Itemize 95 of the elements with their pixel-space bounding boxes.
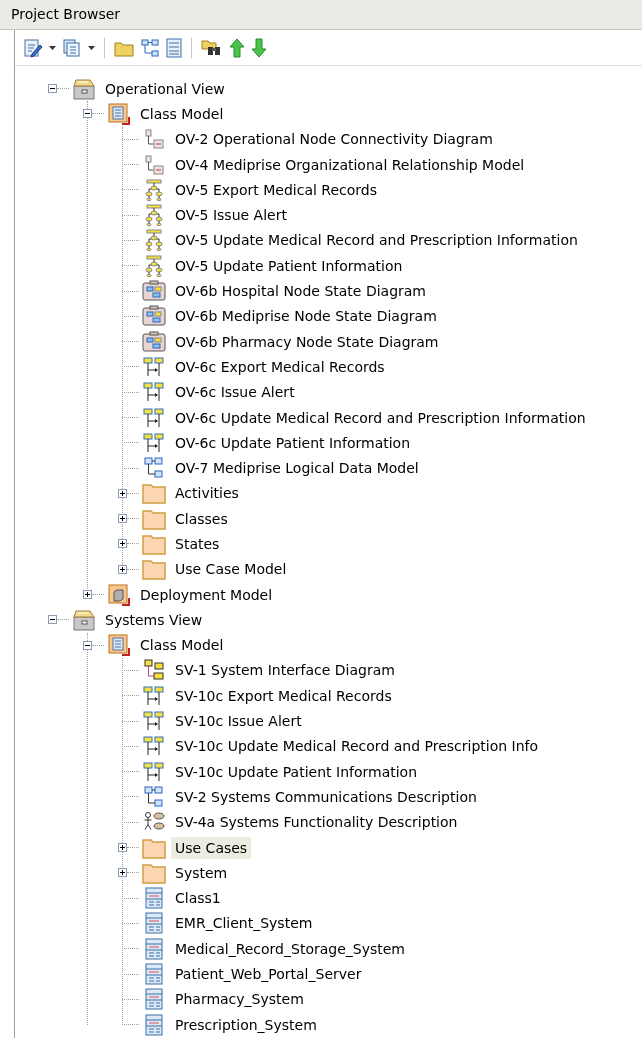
tree-item[interactable]: OV-6c Update Medical Record and Prescription Information [171, 406, 590, 429]
activity-diagram-icon [144, 204, 164, 227]
folder-icon [142, 507, 166, 530]
expand-toggle[interactable] [118, 564, 127, 574]
tree-item[interactable]: Operational View [101, 77, 229, 100]
cabinet-icon [71, 608, 97, 631]
tree-item[interactable]: OV-5 Update Patient Information [171, 254, 407, 277]
tree-item[interactable]: Deployment Model [136, 583, 277, 606]
collapse-toggle[interactable] [83, 640, 92, 650]
expand-toggle[interactable] [118, 539, 127, 549]
sequence-diagram-icon [143, 736, 165, 757]
folder-icon [142, 861, 166, 884]
binoculars-icon[interactable] [201, 37, 223, 58]
tree-item[interactable]: OV-6c Update Patient Information [171, 431, 415, 454]
tree-item[interactable]: OV-6c Export Medical Records [171, 355, 389, 378]
tree-item[interactable]: EMR_Client_System [171, 912, 317, 935]
tree-item[interactable]: OV-6c Issue Alert [171, 381, 299, 404]
hierarchy-icon[interactable] [140, 37, 160, 58]
tree-item[interactable]: OV-4 Mediprise Organizational Relationship Model [171, 153, 529, 176]
dropdown-caret-icon[interactable] [88, 45, 95, 50]
tree-item[interactable]: Class Model [136, 634, 228, 657]
tree-item[interactable]: OV-5 Update Medical Record and Prescription Information [171, 229, 582, 252]
expand-toggle[interactable] [118, 514, 127, 524]
folder-icon [142, 533, 166, 555]
folder-icon [142, 482, 166, 505]
tree-item[interactable]: System [171, 861, 232, 884]
tree-item[interactable]: Class Model [136, 102, 228, 125]
expand-toggle[interactable] [83, 590, 92, 600]
tree-item[interactable]: States [171, 533, 224, 555]
sequence-diagram-icon [143, 407, 165, 428]
tree-item[interactable]: Pharmacy_System [171, 988, 308, 1011]
tree-item[interactable]: OV-7 Mediprise Logical Data Model [171, 457, 423, 480]
up-arrow-icon[interactable] [229, 37, 245, 58]
tree-item[interactable]: SV-1 System Interface Diagram [171, 659, 399, 682]
tree-item[interactable]: SV-10c Issue Alert [171, 710, 306, 733]
tree-item[interactable]: OV-5 Export Medical Records [171, 178, 381, 201]
class-icon [145, 988, 163, 1011]
collapse-toggle[interactable] [48, 615, 57, 625]
tree-item[interactable]: OV-5 Issue Alert [171, 204, 291, 227]
expand-toggle[interactable] [118, 488, 127, 498]
sequence-diagram-icon [143, 685, 165, 706]
window-title: Project Browser [11, 5, 121, 24]
folder-icon [142, 836, 166, 859]
activity-diagram-icon [144, 178, 164, 201]
tree-item[interactable]: Activities [171, 482, 243, 505]
expand-toggle[interactable] [118, 868, 127, 878]
sequence-diagram-icon [143, 432, 165, 453]
tree-item[interactable]: OV-2 Operational Node Connectivity Diagram [171, 128, 497, 151]
tree-item[interactable]: Class1 [171, 887, 225, 910]
class-icon [145, 937, 163, 960]
tree-item[interactable]: Use Case Model [171, 558, 291, 581]
sequence-diagram-icon [143, 382, 165, 403]
sequence-diagram-icon [143, 761, 165, 782]
tree-item[interactable]: Medical_Record_Storage_System [171, 937, 409, 960]
sequence-diagram-icon [143, 356, 165, 377]
class-icon [145, 963, 163, 986]
tree-item[interactable]: Use Cases [171, 836, 252, 859]
tree-item[interactable]: SV-2 Systems Communications Description [171, 785, 481, 808]
package-icon [108, 634, 130, 657]
activity-diagram-icon [144, 229, 164, 252]
state-diagram-icon [142, 330, 166, 353]
node-diagram-icon [144, 129, 164, 150]
tree-item[interactable]: Patient_Web_Portal_Server [171, 963, 366, 986]
state-diagram-icon [142, 305, 166, 328]
package-icon [108, 102, 130, 125]
tree-item[interactable]: OV-6b Pharmacy Node State Diagram [171, 330, 443, 353]
class-icon [145, 887, 163, 910]
expand-toggle[interactable] [118, 843, 127, 853]
tree-item[interactable]: OV-6b Hospital Node State Diagram [171, 280, 430, 302]
node-diagram-icon [144, 154, 164, 175]
cabinet-icon [71, 77, 97, 100]
sequence-diagram-icon [143, 711, 165, 732]
tree-item[interactable]: Systems View [101, 608, 207, 631]
state-diagram-icon [142, 280, 166, 302]
class-diagram-icon [143, 457, 165, 480]
tree-item[interactable]: SV-10c Export Medical Records [171, 684, 396, 707]
stacked-documents-icon[interactable] [62, 37, 82, 58]
tree-item[interactable]: SV-10c Update Medical Record and Prescription Info [171, 735, 543, 758]
class-diagram-icon [143, 785, 165, 808]
collapse-toggle[interactable] [83, 109, 92, 119]
interface-diagram-icon [143, 659, 165, 682]
collapse-toggle[interactable] [48, 84, 57, 94]
package-icon [108, 583, 130, 606]
tree-item[interactable]: Prescription_System [171, 1013, 321, 1036]
class-icon [145, 912, 163, 935]
tree-item[interactable]: Classes [171, 507, 232, 530]
dropdown-caret-icon[interactable] [49, 45, 56, 50]
new-document-icon[interactable] [23, 37, 43, 58]
down-arrow-icon[interactable] [251, 37, 267, 58]
tree-item[interactable]: SV-10c Update Patient Information [171, 760, 422, 783]
tree-item[interactable]: OV-6b Mediprise Node State Diagram [171, 305, 441, 328]
tree-item[interactable]: SV-4a Systems Functionality Description [171, 811, 462, 834]
folder-icon [142, 558, 166, 581]
class-icon [145, 1013, 163, 1036]
activity-diagram-icon [144, 254, 164, 277]
